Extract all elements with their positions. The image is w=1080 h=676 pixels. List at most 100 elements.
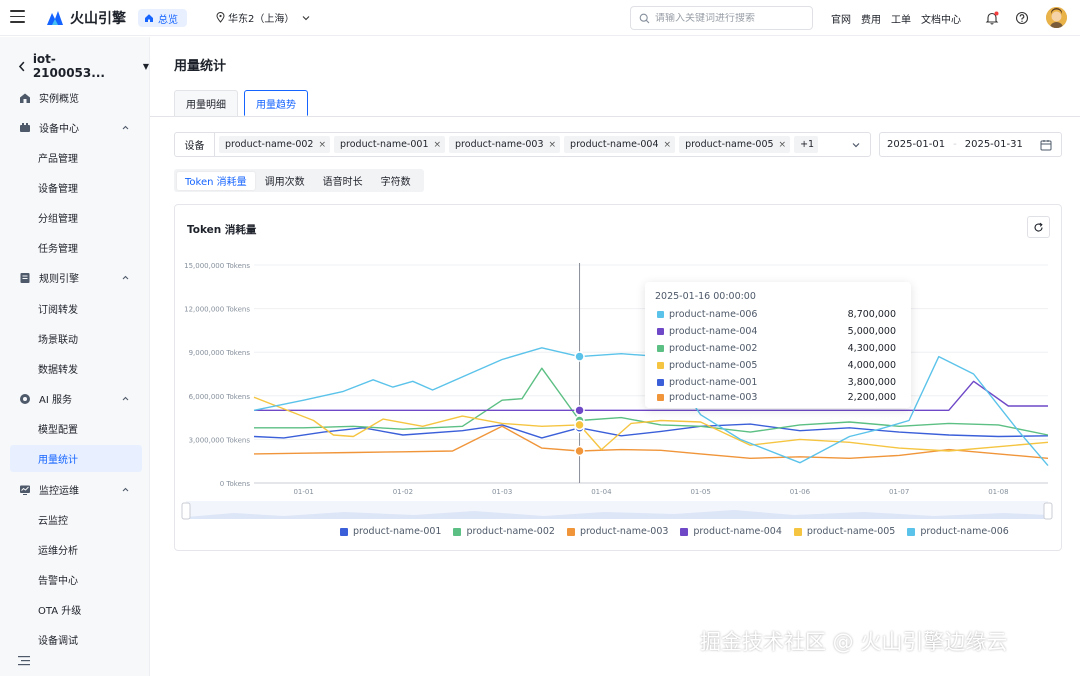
sidebar-item-device-debug[interactable]: 设备调试 (10, 626, 142, 653)
tab-voice-duration[interactable]: 语音时长 (315, 172, 371, 190)
tab-char-count[interactable]: 字符数 (373, 172, 419, 190)
x-tick-label: 01-07 (889, 488, 909, 496)
series-line-product-name-001[interactable] (253, 423, 1049, 439)
tab-usage-detail[interactable]: 用量明细 (174, 90, 238, 116)
legend-label: product-name-004 (693, 526, 782, 537)
device-filter[interactable]: 设备 product-name-002 × product-name-001 × p… (174, 132, 871, 157)
tooltip-row: product-name-005 4,000,000 (657, 358, 897, 372)
link-billing[interactable]: 费用 (861, 11, 881, 26)
line-chart[interactable]: 0 Tokens 3,000,000 Tokens 6,000,000 Tokens… (174, 255, 1062, 523)
help-icon[interactable] (1013, 9, 1031, 27)
link-docs[interactable]: 文档中心 (921, 11, 961, 26)
legend-label: product-name-005 (806, 526, 896, 537)
sidebar-item-label: AI 服务 (39, 395, 72, 406)
close-icon[interactable]: × (433, 140, 441, 150)
sidebar-group-rule-engine[interactable]: 规则引擎 (10, 264, 142, 291)
sidebar-item-model-config[interactable]: 模型配置 (10, 415, 142, 442)
legend-item[interactable]: product-name-006 (907, 526, 1009, 537)
sidebar-item-data-forward[interactable]: 数据转发 (10, 355, 142, 382)
sidebar-item-ops-analysis[interactable]: 运维分析 (10, 536, 142, 563)
search-input[interactable] (655, 12, 805, 24)
x-tick-label: 01-01 (293, 488, 313, 496)
tab-token-usage[interactable]: Token 消耗量 (177, 171, 255, 190)
sidebar-item-subscription-forward[interactable]: 订阅转发 (10, 295, 142, 322)
link-tickets[interactable]: 工单 (891, 11, 911, 26)
metric-tabs: Token 消耗量 调用次数 语音时长 字符数 (174, 169, 424, 192)
sidebar-item-task-management[interactable]: 任务管理 (10, 234, 142, 261)
sidebar-item-alert-center[interactable]: 告警中心 (10, 566, 142, 593)
sidebar-group-ai-service[interactable]: AI 服务 (10, 385, 142, 412)
close-icon[interactable]: × (549, 140, 557, 150)
sidebar-item-label: 规则引擎 (39, 274, 79, 285)
sidebar-group-device-center[interactable]: 设备中心 (10, 114, 142, 141)
close-icon[interactable]: × (318, 140, 326, 150)
brand-logo[interactable]: 火山引擎 (46, 8, 126, 28)
tooltip-value: 2,200,000 (847, 391, 896, 403)
tooltip-value: 8,700,000 (847, 308, 896, 320)
sidebar-item-cloud-monitor[interactable]: 云监控 (10, 506, 142, 533)
date-range-picker[interactable]: 2025-01-01 - 2025-01-31 (879, 132, 1062, 157)
sidebar-item-label: 订阅转发 (38, 305, 78, 316)
zoom-handle-left[interactable] (181, 502, 191, 520)
chevron-up-icon (122, 275, 129, 280)
legend-swatch (680, 527, 689, 536)
sidebar-item-label: 用量统计 (38, 455, 78, 466)
volcano-logo-icon (47, 11, 63, 25)
tab-call-count[interactable]: 调用次数 (257, 172, 313, 190)
sidebar-item-label: 实例概览 (39, 94, 79, 105)
chevron-down-icon[interactable] (851, 140, 861, 150)
sidebar-item-ota-upgrade[interactable]: OTA 升级 (10, 596, 142, 623)
legend-item[interactable]: product-name-004 (680, 526, 782, 537)
series-line-product-name-003[interactable] (253, 425, 1049, 460)
sidebar-item-product-management[interactable]: 产品管理 (10, 144, 142, 171)
tab-usage-trend[interactable]: 用量趋势 (244, 90, 308, 116)
zoom-handle-right[interactable] (1043, 502, 1053, 520)
search-box[interactable] (630, 6, 813, 30)
date-start[interactable]: 2025-01-01 (887, 139, 945, 150)
back-chevron-icon[interactable] (18, 61, 26, 72)
watermark-text: 掘金技术社区 @ 火山引擎边缘云 (700, 630, 1008, 654)
sidebar-group-monitoring[interactable]: 监控运维 (10, 476, 142, 503)
region-selector[interactable]: 华东2（上海） (216, 10, 311, 25)
chart-legend: product-name-001 product-name-002 product-… (340, 526, 1009, 537)
close-icon[interactable]: × (664, 140, 672, 150)
legend-item[interactable]: product-name-002 (453, 526, 555, 537)
device-chips: product-name-002 × product-name-001 × prod… (219, 136, 819, 153)
sidebar-item-device-management[interactable]: 设备管理 (10, 174, 142, 201)
link-official-site[interactable]: 官网 (831, 11, 851, 26)
tooltip-title: 2025-01-16 00:00:00 (655, 291, 756, 302)
sidebar-item-usage-stats[interactable]: 用量统计 (10, 445, 142, 472)
legend-item[interactable]: product-name-005 (793, 526, 896, 537)
refresh-button[interactable] (1027, 216, 1050, 238)
legend-item[interactable]: product-name-003 (566, 526, 668, 537)
chip-label: product-name-005 (685, 139, 774, 150)
brand-name: 火山引擎 (70, 11, 126, 27)
y-tick-label: 0 Tokens (220, 480, 251, 488)
y-tick-label: 12,000,000 Tokens (184, 306, 250, 314)
menu-icon[interactable] (10, 10, 25, 24)
sidebar-item-group-management[interactable]: 分组管理 (10, 204, 142, 231)
overview-icon (19, 92, 31, 104)
legend-item[interactable]: product-name-001 (340, 526, 441, 537)
user-avatar[interactable] (1046, 7, 1067, 28)
rule-icon (19, 272, 31, 284)
top-links: 官网 费用 工单 文档中心 (831, 11, 961, 26)
hover-point-product-name-005 (574, 419, 585, 431)
sidebar-item-scene-linkage[interactable]: 场景联动 (10, 325, 142, 352)
close-icon[interactable]: × (779, 140, 787, 150)
date-end[interactable]: 2025-01-31 (965, 139, 1023, 150)
refresh-icon (1034, 222, 1043, 232)
calendar-icon (1040, 140, 1052, 151)
sidebar-item-instance-overview[interactable]: 实例概览 (10, 84, 142, 111)
more-chip[interactable]: +1 (794, 136, 819, 153)
instance-selector[interactable]: iot-2100053... ▼ (18, 52, 149, 80)
chevron-up-icon (122, 396, 129, 401)
notification-bell-icon[interactable] (983, 9, 1001, 27)
hover-point-product-name-004 (574, 405, 585, 416)
overview-button[interactable]: 总览 (138, 9, 187, 27)
device-filter-label: 设备 (175, 133, 215, 156)
sidebar-item-label: 监控运维 (39, 486, 79, 497)
data-zoom-slider[interactable] (181, 501, 1053, 520)
collapse-sidebar-icon[interactable] (18, 655, 30, 668)
device-chip: product-name-003 × (449, 136, 561, 153)
